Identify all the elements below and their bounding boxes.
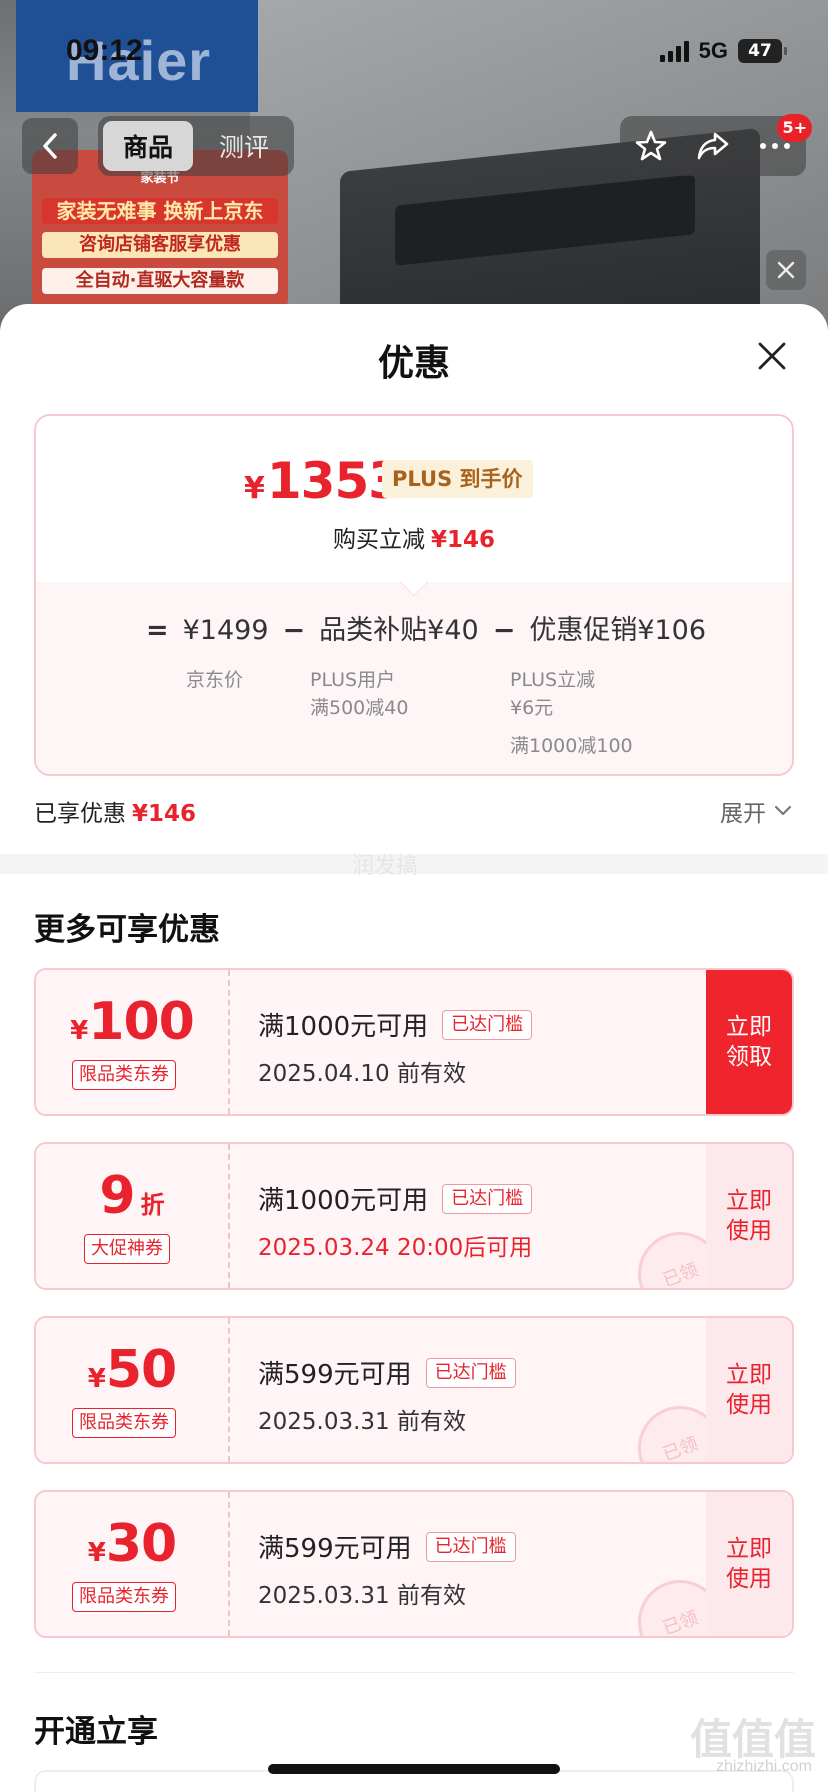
status-indicators: 5G 47 — [659, 38, 787, 64]
coupon-condition: 满599元可用 已达门槛 — [258, 1354, 516, 1391]
jd-price-caption: 京东价 — [186, 669, 244, 691]
discount-sheet: 优惠 ¥ 1353 PLUS 到手价 购买立减 ¥146 = ¥1499 − 品类… — [0, 304, 828, 1792]
coupon-type: 大促神券 — [84, 1234, 170, 1264]
tab-review[interactable]: 测评 — [199, 121, 289, 171]
promo-caption-2: ¥6元 — [510, 697, 554, 719]
network-type: 5G — [698, 38, 728, 63]
coupon-card: ¥50 限品类东券 满599元可用 已达门槛 2025.03.31 前有效 已领… — [34, 1316, 794, 1464]
coupon-validity: 2025.04.10 前有效 — [258, 1061, 466, 1087]
plus-price-tag: PLUS 到手价 — [382, 460, 533, 498]
promotion-discount: 优惠促销¥106 — [529, 615, 707, 646]
use-coupon-button[interactable]: 立即 使用 — [706, 1144, 792, 1288]
threshold-reached-tag: 已达门槛 — [442, 1009, 533, 1040]
coupon-card: ¥100 限品类东券 满1000元可用 已达门槛 2025.04.10 前有效 … — [34, 968, 794, 1116]
home-indicator[interactable] — [268, 1764, 560, 1774]
expand-toggle[interactable]: 展开 — [720, 794, 792, 828]
use-coupon-button[interactable]: 立即 使用 — [706, 1318, 792, 1462]
close-float-button[interactable] — [766, 250, 806, 290]
coupon-type: 限品类东券 — [72, 1408, 176, 1438]
coupon-validity: 2025.03.24 20:00后可用 — [258, 1235, 533, 1261]
jd-price: ¥1499 — [182, 615, 269, 646]
threshold-reached-tag: 已达门槛 — [425, 1531, 516, 1562]
share-icon[interactable] — [695, 129, 731, 163]
coupon-amount: ¥50 — [87, 1340, 177, 1400]
tab-product[interactable]: 商品 — [103, 121, 193, 171]
promo-caption-1: PLUS立减 — [510, 669, 596, 691]
star-icon[interactable] — [634, 129, 668, 163]
price-formula: = ¥1499 − 品类补贴¥40 − 优惠促销¥106 — [146, 608, 706, 647]
coupon-condition: 满1000元可用 已达门槛 — [258, 1180, 533, 1217]
use-coupon-button[interactable]: 立即 使用 — [706, 1492, 792, 1636]
open-membership-title: 开通立享 — [34, 1714, 158, 1750]
enjoyed-discount: 已享优惠 ¥146 — [34, 801, 197, 827]
category-subsidy: 品类补贴¥40 — [319, 615, 479, 646]
coupon-condition: 满1000元可用 已达门槛 — [258, 1006, 533, 1043]
coupon-validity: 2025.03.31 前有效 — [258, 1583, 466, 1609]
coupon-condition: 满599元可用 已达门槛 — [258, 1528, 516, 1565]
coupon-amount: ¥100 — [70, 992, 195, 1052]
coupon-type: 限品类东券 — [72, 1582, 176, 1612]
coupon-type: 限品类东券 — [72, 1060, 176, 1090]
threshold-reached-tag: 已达门槛 — [425, 1357, 516, 1388]
claim-coupon-button[interactable]: 立即 领取 — [706, 970, 792, 1114]
status-time: 09:12 — [66, 34, 143, 67]
coupon-amount: ¥30 — [87, 1514, 177, 1574]
purchase-reduction: 购买立减 ¥146 — [332, 527, 495, 553]
sheet-title: 优惠 — [377, 343, 450, 384]
message-badge: 5+ — [777, 114, 812, 142]
watermark-text: 润发搞 — [352, 854, 419, 879]
back-button[interactable] — [22, 118, 78, 174]
threshold-reached-tag: 已达门槛 — [442, 1183, 533, 1214]
chevron-down-icon — [774, 805, 792, 816]
price-breakdown-card: ¥ 1353 PLUS 到手价 购买立减 ¥146 = ¥1499 − 品类补贴¥… — [34, 414, 794, 776]
more-discounts-title: 更多可享优惠 — [34, 912, 220, 948]
coupon-amount: 9折 — [99, 1166, 165, 1226]
coupon-validity: 2025.03.31 前有效 — [258, 1409, 466, 1435]
more-icon[interactable] — [758, 141, 792, 151]
site-watermark-url: zhizhizhi.com — [715, 1758, 812, 1775]
coupon-card: ¥30 限品类东券 满599元可用 已达门槛 2025.03.31 前有效 已领… — [34, 1490, 794, 1638]
coupon-card: 9折 大促神券 满1000元可用 已达门槛 2025.03.24 20:00后可… — [34, 1142, 794, 1290]
battery-icon: 47 — [738, 39, 787, 63]
chevron-left-icon — [43, 133, 57, 159]
subsidy-caption-1: PLUS用户 — [310, 669, 396, 691]
final-price: ¥ 1353 — [244, 452, 403, 510]
close-icon — [777, 261, 795, 279]
signal-icon — [659, 40, 689, 62]
section-divider — [34, 1672, 794, 1673]
subsidy-caption-2: 满500减40 — [310, 697, 409, 719]
promo-caption-3: 满1000减100 — [510, 735, 633, 757]
close-icon[interactable] — [756, 340, 788, 372]
nav-tabs: 商品 测评 — [98, 116, 294, 176]
